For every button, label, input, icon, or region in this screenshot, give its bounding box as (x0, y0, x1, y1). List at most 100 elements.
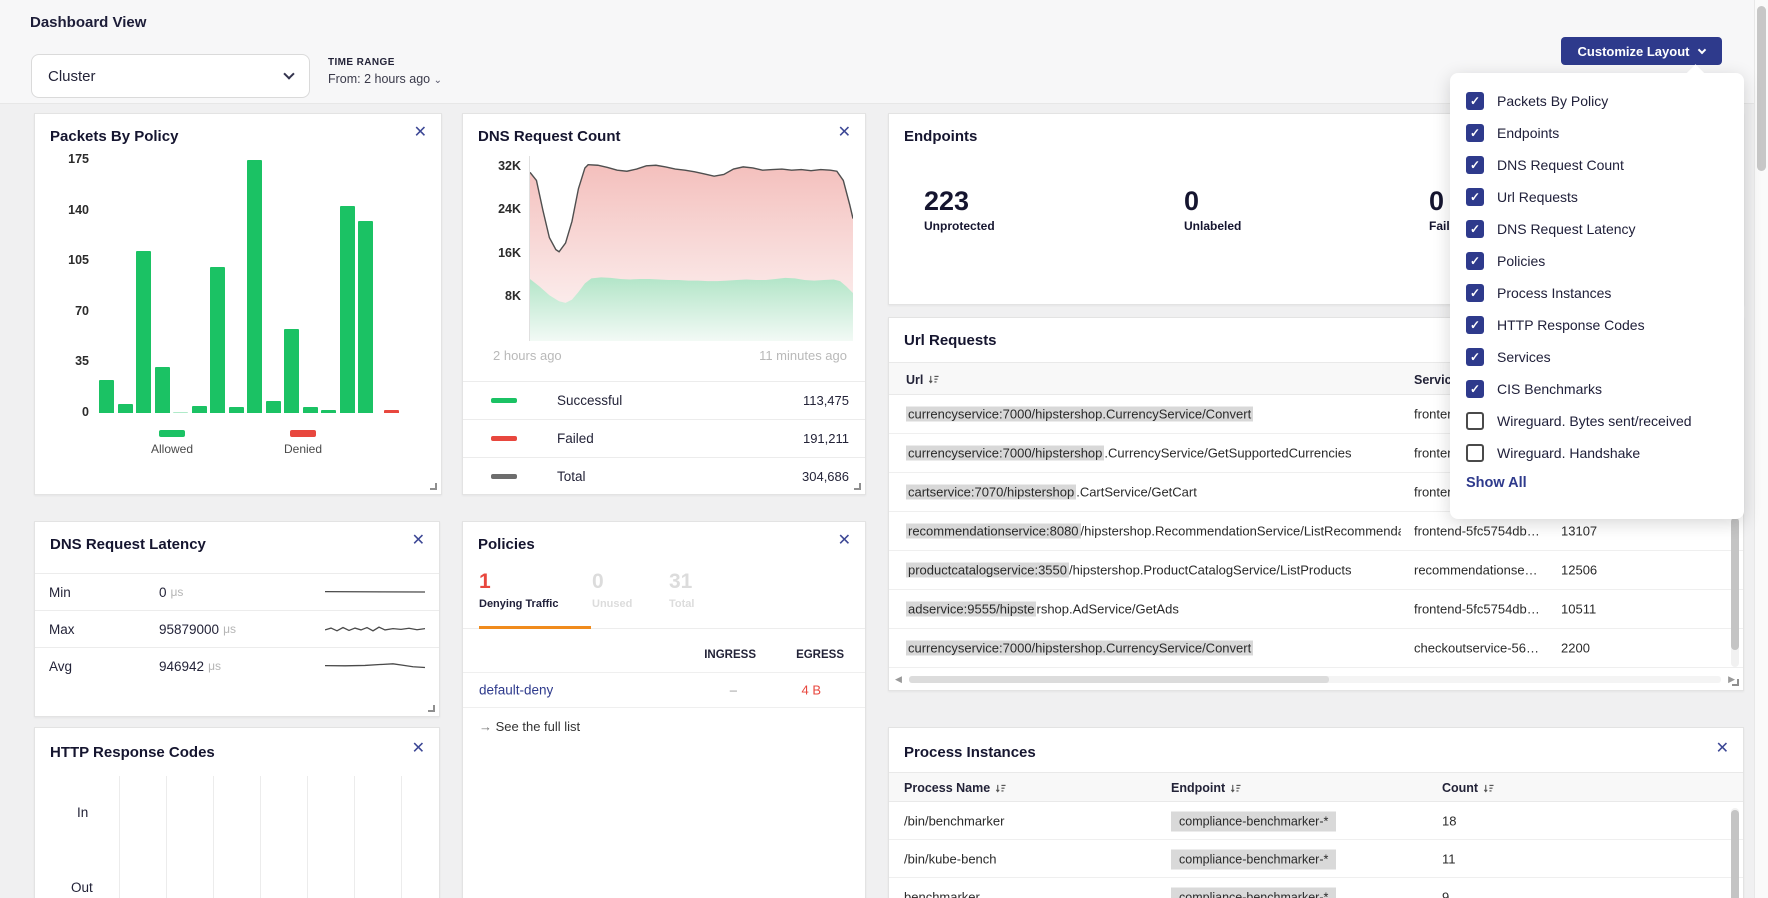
scroll-left-icon[interactable]: ◀ (895, 674, 902, 685)
view-select[interactable]: Cluster (31, 54, 310, 98)
packets-by-policy-card: Packets By Policy ✕ 17514010570350 Allow… (34, 113, 442, 495)
tab-label: Denying Traffic (479, 598, 558, 610)
close-icon[interactable]: ✕ (1716, 741, 1729, 757)
page-scrollbar[interactable] (1754, 0, 1768, 898)
count-cell: 13107 (1561, 524, 1631, 539)
menu-item-policies[interactable]: ✓ Policies (1450, 245, 1744, 277)
close-icon[interactable]: ✕ (414, 125, 427, 141)
close-icon[interactable]: ✕ (838, 533, 851, 549)
checkbox-checked-icon[interactable]: ✓ (1466, 92, 1484, 110)
checkbox-checked-icon[interactable]: ✓ (1466, 252, 1484, 270)
checkbox-unchecked-icon[interactable] (1466, 412, 1484, 430)
scroll-thumb[interactable] (909, 676, 1329, 683)
menu-item-label: CIS Benchmarks (1497, 381, 1602, 397)
bar-allowed (340, 206, 355, 413)
checkbox-checked-icon[interactable]: ✓ (1466, 124, 1484, 142)
active-tab-underline (479, 626, 591, 629)
bar-allowed (321, 410, 336, 413)
tab-count: 31 (669, 570, 694, 594)
legend-label: Failed (557, 431, 803, 446)
bar-allowed (173, 412, 188, 414)
resize-grip[interactable] (854, 483, 861, 490)
url-horizontal-scrollbar[interactable]: ◀ ▶ (895, 673, 1735, 685)
bar-allowed (284, 329, 299, 413)
menu-item-wireguard-bytes-sent-received[interactable]: Wireguard. Bytes sent/received (1450, 405, 1744, 437)
stat-value: 223 (924, 186, 995, 217)
menu-item-dns-request-latency[interactable]: ✓DNS Request Latency (1450, 213, 1744, 245)
customize-layout-button[interactable]: Customize Layout (1561, 37, 1722, 65)
arrow-right-icon: → (479, 719, 492, 734)
close-icon[interactable]: ✕ (412, 741, 425, 757)
menu-item-label: Endpoints (1497, 125, 1559, 141)
menu-item-packets-by-policy[interactable]: ✓Packets By Policy (1450, 85, 1744, 117)
checkbox-unchecked-icon[interactable] (1466, 444, 1484, 462)
process-table-header: Process Name Endpoint Count (889, 772, 1743, 802)
chevron-down-icon: ⌄ (434, 75, 442, 86)
card-title: HTTP Response Codes (50, 744, 215, 761)
menu-item-url-requests[interactable]: ✓ Url Requests (1450, 181, 1744, 213)
url-rest: .CurrencyService/GetSupportedCurrencies (1104, 446, 1351, 461)
checkbox-checked-icon[interactable]: ✓ (1466, 348, 1484, 366)
menu-item-http-response-codes[interactable]: ✓ HTTP Response Codes (1450, 309, 1744, 341)
legend-swatch (491, 474, 517, 479)
service-cell: recommendationse… (1414, 563, 1546, 578)
count-column-header[interactable]: Count (1442, 773, 1494, 803)
checkbox-checked-icon[interactable]: ✓ (1466, 156, 1484, 174)
policies-card: Policies ✕ 1Denying Traffic 0Unused 31Tota… (462, 521, 866, 898)
latency-unit: μs (223, 622, 236, 636)
url-column-header[interactable]: Url (906, 363, 939, 396)
legend-swatch (290, 430, 316, 437)
dns-request-latency-card: DNS Request Latency ✕ Min0μsMax95879000μ… (34, 521, 440, 717)
tab-total[interactable]: 31Total (669, 570, 694, 610)
menu-item-label: Process Instances (1497, 285, 1611, 301)
sort-icon (1230, 783, 1241, 794)
checkbox-checked-icon[interactable]: ✓ (1466, 380, 1484, 398)
resize-grip[interactable] (1732, 679, 1739, 686)
see-full-list-link[interactable]: → See the full list (479, 719, 580, 734)
url-cell: currencyservice:7000/hipstershop.Currenc… (906, 446, 1401, 461)
url-highlight: currencyservice:7000/hipstershop.Currenc… (906, 641, 1253, 656)
table-row: /bin/kube-benchcompliance-benchmarker-*1… (889, 840, 1743, 878)
menu-item-cis-benchmarks[interactable]: ✓ CIS Benchmarks (1450, 373, 1744, 405)
card-title: DNS Request Latency (50, 536, 206, 553)
menu-item-process-instances[interactable]: ✓ Process Instances (1450, 277, 1744, 309)
close-icon[interactable]: ✕ (412, 533, 425, 549)
table-row: benchmarkercompliance-benchmarker-*9 (889, 878, 1743, 898)
menu-item-label: Url Requests (1497, 189, 1578, 205)
dns-legend-row: Failed191,211 (463, 419, 865, 457)
dns-legend-row: Successful113,475 (463, 381, 865, 419)
x-label-end: 11 minutes ago (759, 348, 847, 363)
tab-denying-traffic[interactable]: 1Denying Traffic (479, 570, 558, 610)
checkbox-checked-icon[interactable]: ✓ (1466, 188, 1484, 206)
close-icon[interactable]: ✕ (838, 125, 851, 141)
menu-item-services[interactable]: ✓Services (1450, 341, 1744, 373)
page-scrollbar-thumb[interactable] (1757, 6, 1766, 171)
card-title: Packets By Policy (50, 128, 178, 145)
show-all-link[interactable]: Show All (1450, 475, 1744, 491)
menu-item-wireguard-handshake[interactable]: Wireguard. Handshake (1450, 437, 1744, 469)
resize-grip[interactable] (428, 705, 435, 712)
tab-count: 0 (592, 570, 632, 594)
url-cell: currencyservice:7000/hipstershop.Currenc… (906, 407, 1401, 422)
process-vertical-scrollbar[interactable] (1731, 808, 1739, 898)
menu-item-label: Policies (1497, 253, 1545, 269)
card-title: DNS Request Count (478, 128, 621, 145)
resize-grip[interactable] (430, 483, 437, 490)
sort-icon (928, 374, 939, 385)
checkbox-checked-icon[interactable]: ✓ (1466, 220, 1484, 238)
tab-unused[interactable]: 0Unused (592, 570, 632, 610)
dns-area-chart (529, 156, 853, 341)
policy-name-link[interactable]: default-deny (479, 683, 553, 698)
endpoint-column-header[interactable]: Endpoint (1171, 773, 1241, 803)
time-range-from[interactable]: From: 2 hours ago ⌄ (328, 72, 442, 86)
url-highlight: productcatalogservice:3550 (906, 563, 1069, 578)
process-name-column-header[interactable]: Process Name (904, 773, 1006, 803)
menu-item-endpoints[interactable]: ✓ Endpoints (1450, 117, 1744, 149)
menu-item-dns-request-count[interactable]: ✓DNS Request Count (1450, 149, 1744, 181)
menu-item-label: HTTP Response Codes (1497, 317, 1645, 333)
url-rest: .CartService/GetCart (1076, 485, 1197, 500)
card-title: Policies (478, 536, 535, 553)
checkbox-checked-icon[interactable]: ✓ (1466, 316, 1484, 334)
bar-allowed (303, 407, 318, 413)
checkbox-checked-icon[interactable]: ✓ (1466, 284, 1484, 302)
